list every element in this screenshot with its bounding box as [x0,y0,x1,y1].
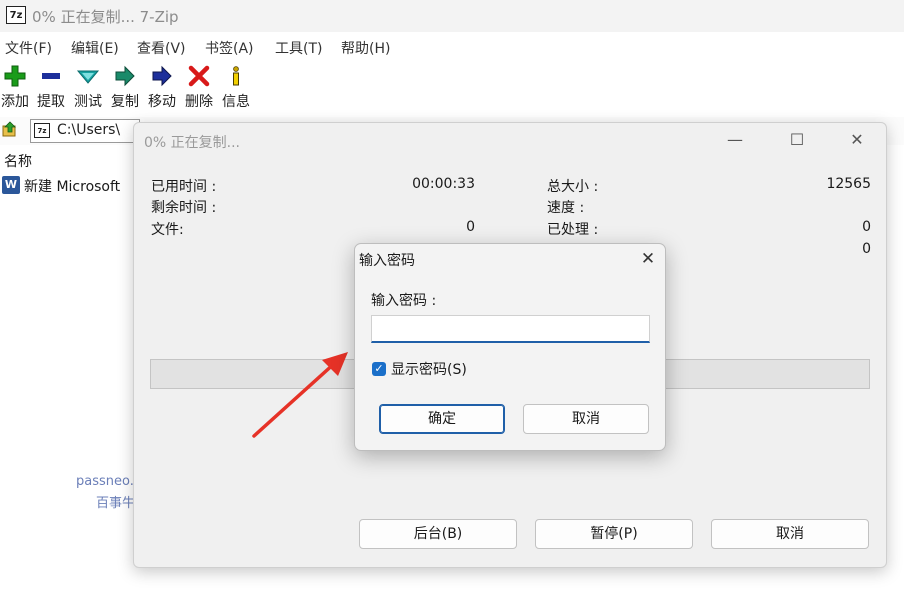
main-title-bar: 7z 0% 正在复制... 7-Zip [0,0,904,32]
menu-bar: 文件(F) 编辑(E) 查看(V) 书签(A) 工具(T) 帮助(H) [0,34,904,60]
total-size-label: 总大小 : [547,179,599,195]
dialog-close-icon[interactable]: ✕ [637,248,659,270]
delete-x-icon [188,65,210,87]
menu-view[interactable]: 查看(V) [137,38,186,58]
column-header-name[interactable]: 名称 [4,151,32,171]
cancel-copy-button[interactable]: 取消 [711,519,869,549]
password-field-label: 输入密码 : [371,293,437,309]
info-icon [233,66,239,86]
copy-arrow-icon [115,65,135,87]
password-dialog-title: 输入密码 [359,253,415,269]
folder-up-icon[interactable] [2,121,18,137]
annotation-arrow-icon [252,352,348,438]
menu-edit[interactable]: 编辑(E) [71,38,119,58]
processed-label: 已处理 : [547,222,599,238]
extract-label: 提取 [37,94,65,110]
copy-button[interactable]: 复制 [105,64,145,111]
info-button[interactable]: 信息 [216,64,256,111]
extract-button[interactable]: 提取 [31,64,71,111]
copy-label: 复制 [111,94,139,110]
menu-bookmarks[interactable]: 书签(A) [205,38,254,58]
pause-button[interactable]: 暂停(P) [535,519,693,549]
7zip-path-icon: 7z [34,123,50,138]
word-doc-icon: W [2,176,20,194]
toolbar: 添加 提取 测试 复制 移动 删除 信息 [0,62,904,112]
show-password-label[interactable]: 显示密码(S) [391,359,467,379]
path-text: C:\Users\ [57,122,121,138]
show-password-checkbox[interactable]: ✓ [372,362,386,376]
move-label: 移动 [148,94,176,110]
file-row[interactable]: W 新建 Microsoft [2,174,132,198]
files-label: 文件: [151,222,184,238]
move-arrow-icon [152,65,172,87]
minus-icon [42,73,60,79]
progress-window-title: 0% 正在复制... [144,135,241,151]
ok-button[interactable]: 确定 [379,404,505,434]
check-icon [76,70,100,84]
minimize-icon[interactable]: — [720,129,750,151]
cancel-button[interactable]: 取消 [523,404,649,434]
processed-value: 0 [862,219,871,235]
watermark-brand: 百事牛 [96,496,136,511]
remaining-time-label: 剩余时间 : [151,200,217,216]
speed-label: 速度 : [547,200,585,216]
background-button[interactable]: 后台(B) [359,519,517,549]
close-icon[interactable]: ✕ [842,129,872,151]
maximize-icon[interactable]: ☐ [782,129,812,151]
menu-file[interactable]: 文件(F) [5,38,52,58]
password-dialog: 输入密码 ✕ 输入密码 : ✓ 显示密码(S) 确定 取消 [354,243,666,451]
total-size-value: 12565 [826,176,871,192]
test-label: 测试 [74,94,102,110]
move-button[interactable]: 移动 [142,64,182,111]
info-label: 信息 [222,94,250,110]
file-name: 新建 Microsoft [24,179,121,195]
password-input[interactable] [371,315,650,343]
elapsed-time-label: 已用时间 : [151,179,217,195]
delete-label: 删除 [185,94,213,110]
files-value: 0 [466,219,475,235]
window-title: 0% 正在复制... 7-Zip [32,8,179,26]
compressed-size-value: 0 [862,241,871,257]
add-button[interactable]: 添加 [0,64,35,111]
menu-tools[interactable]: 工具(T) [275,38,322,58]
menu-help[interactable]: 帮助(H) [341,38,390,58]
delete-button[interactable]: 删除 [179,64,219,111]
test-button[interactable]: 测试 [68,64,108,111]
add-label: 添加 [1,94,29,110]
elapsed-time-value: 00:00:33 [412,176,475,192]
path-field[interactable]: 7z C:\Users\ [30,119,140,143]
7zip-logo-icon: 7z [6,6,26,24]
plus-icon [4,65,26,87]
